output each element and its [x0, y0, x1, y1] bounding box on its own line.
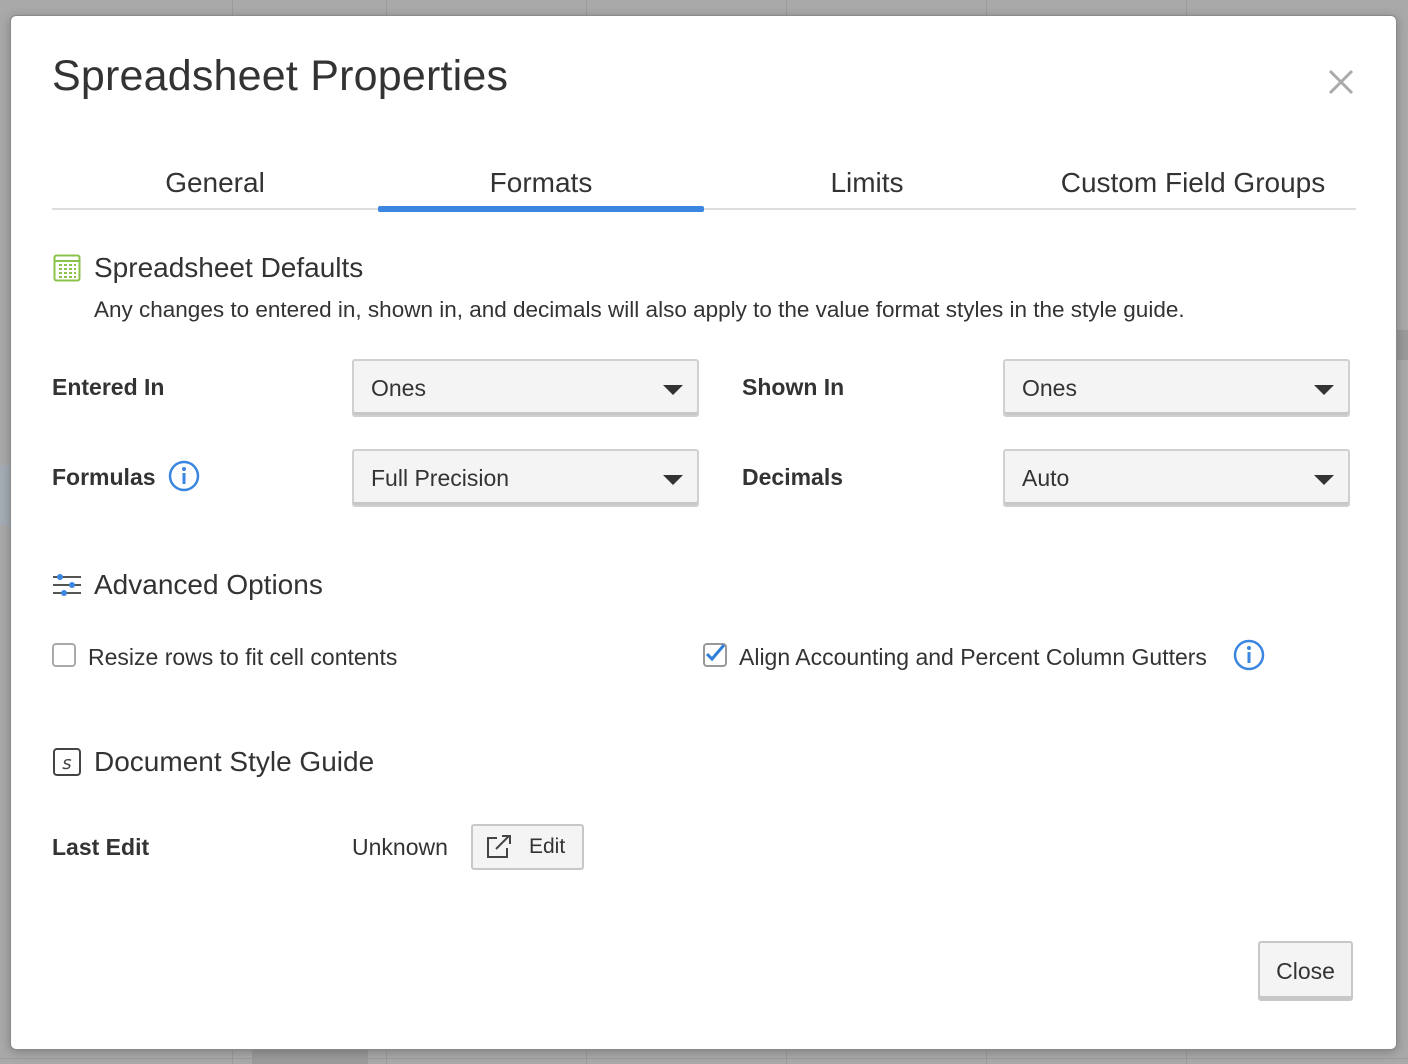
bg-cell — [0, 465, 10, 525]
formulas-value: Full Precision — [371, 465, 510, 491]
chevron-down-icon — [1314, 475, 1334, 485]
style-guide-s-icon: s — [52, 747, 82, 777]
section-title: Spreadsheet Defaults — [94, 252, 364, 283]
info-icon[interactable] — [168, 460, 200, 492]
sliders-icon — [52, 570, 82, 600]
tab-custom-field-groups[interactable]: Custom Field Groups — [1030, 163, 1356, 208]
style-guide-heading: s Document Style Guide — [52, 746, 374, 778]
info-icon[interactable] — [1233, 639, 1265, 671]
defaults-note: Any changes to entered in, shown in, and… — [94, 297, 1185, 322]
checkmark-icon — [705, 644, 726, 662]
shown-in-select[interactable]: Ones — [1003, 359, 1350, 417]
formulas-label: Formulas — [52, 464, 156, 490]
shown-in-label: Shown In — [742, 374, 845, 400]
resize-rows-checkbox[interactable] — [52, 643, 76, 667]
decimals-select[interactable]: Auto — [1003, 449, 1350, 507]
bg-cell — [1396, 330, 1408, 360]
edit-style-guide-button[interactable]: Edit — [471, 824, 584, 870]
spreadsheet-properties-dialog: Spreadsheet Properties General Formats L… — [10, 15, 1397, 1050]
bg-grid-line — [0, 1058, 1408, 1059]
section-title: Advanced Options — [94, 569, 323, 600]
align-gutters-checkbox[interactable] — [703, 643, 727, 667]
tab-limits[interactable]: Limits — [704, 163, 1030, 208]
chevron-down-icon — [663, 385, 683, 395]
shown-in-value: Ones — [1022, 375, 1077, 401]
last-edit-label: Last Edit — [52, 834, 150, 860]
tab-general[interactable]: General — [52, 163, 378, 208]
decimals-label: Decimals — [742, 464, 844, 490]
close-button[interactable]: Close — [1258, 941, 1353, 1001]
chevron-down-icon — [663, 475, 683, 485]
chevron-down-icon — [1314, 385, 1334, 395]
entered-in-value: Ones — [371, 375, 426, 401]
edit-button-label: Edit — [529, 835, 566, 858]
tab-bar: General Formats Limits Custom Field Grou… — [52, 163, 1356, 212]
dialog-title: Spreadsheet Properties — [52, 52, 509, 100]
bg-cell — [252, 1050, 368, 1064]
tab-formats[interactable]: Formats — [378, 163, 704, 212]
resize-rows-label: Resize rows to fit cell contents — [88, 644, 398, 670]
advanced-options-heading: Advanced Options — [52, 569, 323, 601]
section-title: Document Style Guide — [94, 746, 375, 777]
entered-in-select[interactable]: Ones — [352, 359, 699, 417]
formulas-select[interactable]: Full Precision — [352, 449, 699, 507]
external-link-icon — [487, 835, 511, 858]
svg-text:s: s — [62, 753, 71, 774]
decimals-value: Auto — [1022, 465, 1070, 491]
spreadsheet-grid-icon — [52, 253, 82, 283]
spreadsheet-defaults-heading: Spreadsheet Defaults — [52, 252, 363, 284]
last-edit-value: Unknown — [352, 834, 448, 860]
close-icon[interactable] — [1325, 66, 1357, 98]
align-gutters-label: Align Accounting and Percent Column Gutt… — [739, 644, 1207, 670]
entered-in-label: Entered In — [52, 374, 165, 400]
